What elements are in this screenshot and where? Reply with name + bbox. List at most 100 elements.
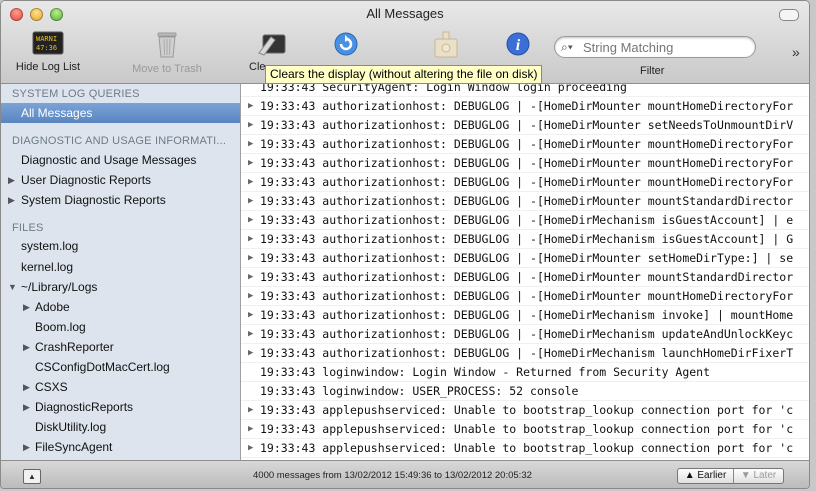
diagnostic-header: DIAGNOSTIC AND USAGE INFORMATI...	[12, 135, 227, 147]
disclosure-triangle-icon[interactable]: ▶	[23, 297, 30, 317]
log-message-list[interactable]: 19:33:43 SecurityAgent: Login Window log…	[241, 84, 809, 460]
sidebar-item-system-diag[interactable]: ▶ System Diagnostic Reports	[1, 190, 240, 210]
log-message-text: 19:33:43 authorizationhost: DEBUGLOG | -…	[260, 99, 794, 113]
sidebar-item-adobe[interactable]: ▶ Adobe	[1, 297, 240, 317]
sidebar-item-user-diag[interactable]: ▶ User Diagnostic Reports	[1, 170, 240, 190]
log-row[interactable]: ▶ 19:33:43 authorizationhost: DEBUGLOG | …	[241, 249, 809, 268]
expand-row-icon[interactable]: ▶	[248, 344, 253, 362]
log-row[interactable]: ▶ 19:33:43 authorizationhost: DEBUGLOG | …	[241, 154, 809, 173]
log-message-text: 19:33:43 authorizationhost: DEBUGLOG | -…	[260, 251, 794, 265]
sidebar-item-diagnosticreports[interactable]: ▶ DiagnosticReports	[1, 397, 240, 417]
log-message-text: 19:33:43 loginwindow: USER_PROCESS: 52 c…	[260, 384, 579, 398]
expand-row-icon[interactable]: ▶	[248, 249, 253, 267]
log-message-text: 19:33:43 authorizationhost: DEBUGLOG | -…	[260, 346, 794, 360]
console-icon: WARNI 47:36	[32, 31, 64, 55]
log-row[interactable]: ▶ 19:33:43 authorizationhost: DEBUGLOG | …	[241, 268, 809, 287]
log-row[interactable]: ▶ 19:33:43 authorizationhost: DEBUGLOG | …	[241, 287, 809, 306]
expand-row-icon[interactable]: ▶	[248, 211, 253, 229]
clear-tooltip: Clears the display (without altering the…	[265, 65, 543, 84]
search-field[interactable]: ⌕▾	[554, 36, 756, 58]
sidebar-item-kernel-log[interactable]: kernel.log	[1, 257, 240, 277]
expand-row-icon[interactable]: ▶	[248, 401, 253, 419]
expand-row-icon[interactable]: ▶	[248, 135, 253, 153]
sidebar-item-csxs[interactable]: ▶ CSXS	[1, 377, 240, 397]
log-message-text: 19:33:43 applepushserviced: Unable to bo…	[260, 422, 794, 436]
log-row[interactable]: ▶ 19:33:43 applepushserviced: Unable to b…	[241, 420, 809, 439]
expand-row-icon[interactable]: ▶	[248, 325, 253, 343]
hide-log-list-label: Hide Log List	[15, 61, 81, 73]
sidebar-item-boom-log[interactable]: Boom.log	[1, 317, 240, 337]
disclosure-triangle-icon[interactable]: ▶	[23, 337, 30, 357]
log-row[interactable]: 19:33:43 loginwindow: Login Window - Ret…	[241, 363, 809, 382]
disclosure-open-icon[interactable]: ▼	[8, 277, 17, 297]
log-row[interactable]: ▶ 19:33:43 authorizationhost: DEBUGLOG | …	[241, 230, 809, 249]
log-message-text: 19:33:43 applepushserviced: Unable to bo…	[260, 403, 794, 417]
log-message-text: 19:33:43 authorizationhost: DEBUGLOG | -…	[260, 308, 794, 322]
later-button[interactable]: ▼ Later	[734, 469, 783, 483]
earlier-button[interactable]: ▲ Earlier	[678, 469, 734, 483]
filter-label: Filter	[640, 65, 665, 77]
log-row[interactable]: ▶ 19:33:43 authorizationhost: DEBUGLOG | …	[241, 116, 809, 135]
insert-marker-button[interactable]	[428, 31, 464, 59]
svg-text:47:36: 47:36	[36, 44, 57, 52]
disclosure-triangle-icon[interactable]: ▶	[23, 377, 30, 397]
sidebar-item-csconfig-log[interactable]: CSConfigDotMacCert.log	[1, 357, 240, 377]
log-message-text: 19:33:43 authorizationhost: DEBUGLOG | -…	[260, 213, 794, 227]
expand-row-icon[interactable]: ▶	[248, 154, 253, 172]
disclosure-triangle-icon[interactable]: ▶	[23, 437, 30, 457]
sidebar-item-diskutility-log[interactable]: DiskUtility.log	[1, 417, 240, 437]
log-message-text: 19:33:43 authorizationhost: DEBUGLOG | -…	[260, 137, 794, 151]
reload-button[interactable]	[331, 31, 361, 57]
expand-row-icon[interactable]: ▶	[248, 420, 253, 438]
log-row[interactable]: ▶ 19:33:43 applepushserviced: Unable to b…	[241, 439, 809, 458]
log-row[interactable]: ▶ 19:33:43 authorizationhost: DEBUGLOG | …	[241, 135, 809, 154]
log-row[interactable]: ▶ 19:33:43 applepushserviced: Unable to b…	[241, 401, 809, 420]
log-message-text: 19:33:43 authorizationhost: DEBUGLOG | -…	[260, 194, 794, 208]
expand-row-icon[interactable]: ▶	[248, 97, 253, 115]
info-button[interactable]: i	[504, 31, 532, 57]
clear-icon	[258, 34, 286, 56]
hide-log-list-button[interactable]: WARNI 47:36 Hide Log List	[11, 31, 85, 73]
sidebar-item-library-logs[interactable]: ▼ ~/Library/Logs	[1, 277, 240, 297]
expand-row-icon[interactable]: ▶	[248, 173, 253, 191]
disclosure-triangle-icon[interactable]: ▶	[8, 190, 15, 210]
toolbar-overflow-button[interactable]: »	[792, 44, 800, 60]
log-message-text: 19:33:43 authorizationhost: DEBUGLOG | -…	[260, 156, 794, 170]
log-message-text: 19:33:43 authorizationhost: DEBUGLOG | -…	[260, 232, 794, 246]
log-row[interactable]: 19:33:43 SecurityAgent: Login Window log…	[241, 84, 809, 97]
system-log-queries-header: SYSTEM LOG QUERIES	[12, 88, 140, 100]
expand-row-icon[interactable]: ▶	[248, 192, 253, 210]
log-message-text: 19:33:43 SecurityAgent: Login Window log…	[260, 84, 627, 94]
log-row[interactable]: ▶ 19:33:43 authorizationhost: DEBUGLOG | …	[241, 306, 809, 325]
log-message-text: 19:33:43 authorizationhost: DEBUGLOG | -…	[260, 327, 794, 341]
sidebar-item-system-log[interactable]: system.log	[1, 236, 240, 256]
expand-row-icon[interactable]: ▶	[248, 439, 253, 457]
expand-row-icon[interactable]: ▶	[248, 230, 253, 248]
expand-row-icon[interactable]: ▶	[248, 287, 253, 305]
expand-row-icon[interactable]: ▶	[248, 268, 253, 286]
status-bar: ▲ 4000 messages from 13/02/2012 15:49:36…	[1, 460, 809, 488]
move-to-trash-button[interactable]: Move to Trash	[126, 31, 208, 75]
toolbar-toggle-button[interactable]	[779, 9, 799, 21]
svg-text:i: i	[516, 37, 521, 54]
trash-icon	[157, 32, 177, 58]
expand-row-icon[interactable]: ▶	[248, 116, 253, 134]
sidebar-item-all-messages[interactable]: All Messages	[1, 103, 240, 123]
sidebar-item-diag-usage[interactable]: Diagnostic and Usage Messages	[1, 150, 240, 170]
search-icon: ⌕▾	[561, 40, 573, 54]
log-row[interactable]: ▶ 19:33:43 authorizationhost: DEBUGLOG | …	[241, 211, 809, 230]
sidebar-toggle-button[interactable]: ▲	[23, 469, 41, 484]
expand-row-icon[interactable]: ▶	[248, 306, 253, 324]
log-row[interactable]: ▶ 19:33:43 authorizationhost: DEBUGLOG | …	[241, 173, 809, 192]
log-row[interactable]: ▶ 19:33:43 authorizationhost: DEBUGLOG | …	[241, 192, 809, 211]
sidebar-item-filesyncagent[interactable]: ▶ FileSyncAgent	[1, 437, 240, 457]
sidebar-item-crashreporter[interactable]: ▶ CrashReporter	[1, 337, 240, 357]
svg-text:WARNI: WARNI	[36, 35, 57, 43]
log-row[interactable]: ▶ 19:33:43 authorizationhost: DEBUGLOG | …	[241, 344, 809, 363]
log-row[interactable]: ▶ 19:33:43 authorizationhost: DEBUGLOG | …	[241, 97, 809, 116]
log-row[interactable]: 19:33:43 loginwindow: USER_PROCESS: 52 c…	[241, 382, 809, 401]
disclosure-triangle-icon[interactable]: ▶	[23, 397, 30, 417]
search-input[interactable]	[581, 38, 750, 56]
disclosure-triangle-icon[interactable]: ▶	[8, 170, 15, 190]
log-row[interactable]: ▶ 19:33:43 authorizationhost: DEBUGLOG | …	[241, 325, 809, 344]
